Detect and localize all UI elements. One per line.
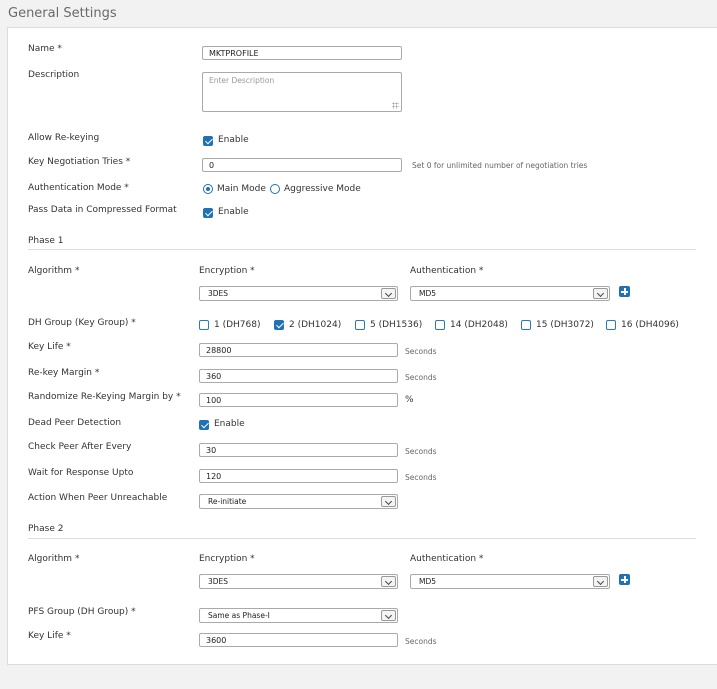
pfs-group-label: PFS Group (DH Group) * [28, 607, 136, 617]
phase2-authentication-select[interactable]: MD5 [410, 574, 610, 589]
rekey-margin-unit: Seconds [405, 373, 437, 382]
phase2-authentication-label: Authentication * [410, 554, 484, 564]
check-peer-label: Check Peer After Every [28, 442, 132, 452]
chevron-down-icon[interactable] [593, 576, 608, 587]
key-negotiation-input[interactable] [202, 158, 402, 172]
key-negotiation-label: Key Negotiation Tries * [28, 157, 131, 167]
dh-group-checkbox-2[interactable] [274, 320, 284, 330]
phase2-authentication-value: MD5 [419, 577, 437, 586]
description-textarea[interactable] [202, 72, 402, 112]
phase1-add-authentication-icon[interactable] [619, 286, 630, 297]
general-settings-panel: Name * Description Allow Re-keying Enabl… [7, 27, 717, 665]
phase2-key-life-label: Key Life * [28, 631, 71, 641]
compressed-enable-label: Enable [218, 207, 249, 217]
chevron-down-icon[interactable] [593, 288, 608, 299]
dh-group-checkbox-5[interactable] [355, 320, 365, 330]
phase2-key-life-unit: Seconds [405, 637, 437, 646]
phase1-encryption-value: 3DES [208, 289, 229, 298]
dpd-checkbox[interactable] [199, 420, 209, 430]
key-negotiation-hint: Set 0 for unlimited number of negotiatio… [412, 161, 588, 170]
randomize-unit: % [405, 395, 414, 405]
pfs-group-value: Same as Phase-I [208, 611, 270, 620]
dh-group-label-1: 1 (DH768) [214, 320, 261, 330]
randomize-input[interactable] [199, 393, 398, 407]
phase1-authentication-select[interactable]: MD5 [410, 286, 610, 301]
allow-rekeying-label: Allow Re-keying [28, 133, 100, 143]
phase2-title: Phase 2 [28, 524, 64, 534]
phase2-divider [28, 538, 696, 539]
wait-response-input[interactable] [199, 469, 398, 483]
rekey-margin-label: Re-key Margin * [28, 368, 100, 378]
randomize-label: Randomize Re-Keying Margin by * [28, 392, 181, 402]
allow-rekeying-checkbox[interactable] [203, 136, 213, 146]
resize-grip-icon[interactable] [392, 102, 399, 109]
dpd-label: Dead Peer Detection [28, 418, 122, 428]
wait-response-unit: Seconds [405, 473, 437, 482]
phase2-encryption-value: 3DES [208, 577, 229, 586]
phase1-divider [28, 249, 696, 250]
main-mode-label: Main Mode [217, 184, 266, 194]
chevron-down-icon[interactable] [381, 610, 396, 621]
dh-group-label-15: 15 (DH3072) [536, 320, 594, 330]
dh-group-label-5: 5 (DH1536) [370, 320, 423, 330]
dh-group-checkbox-14[interactable] [435, 320, 445, 330]
description-wrapper [202, 72, 402, 112]
dh-group-label-2: 2 (DH1024) [289, 320, 342, 330]
phase1-algorithm-label: Algorithm * [28, 266, 80, 276]
pfs-group-select[interactable]: Same as Phase-I [199, 608, 398, 623]
main-mode-radio[interactable] [203, 184, 213, 194]
section-title: General Settings [8, 6, 117, 21]
action-unreachable-label: Action When Peer Unreachable [28, 493, 168, 503]
dh-group-checkbox-16[interactable] [606, 320, 616, 330]
description-label: Description [28, 70, 80, 80]
aggressive-mode-label: Aggressive Mode [284, 184, 361, 194]
phase1-encryption-select[interactable]: 3DES [199, 286, 398, 301]
dh-group-label-16: 16 (DH4096) [621, 320, 679, 330]
section-header: General Settings [0, 0, 717, 27]
dh-group-checkbox-15[interactable] [521, 320, 531, 330]
dh-group-checkbox-1[interactable] [199, 320, 209, 330]
phase2-encryption-select[interactable]: 3DES [199, 574, 398, 589]
action-unreachable-select[interactable]: Re-initiate [199, 494, 398, 509]
dpd-enable-label: Enable [214, 419, 245, 429]
check-peer-unit: Seconds [405, 447, 437, 456]
allow-rekeying-enable-label: Enable [218, 135, 249, 145]
phase2-add-authentication-icon[interactable] [619, 574, 630, 585]
phase1-title: Phase 1 [28, 236, 64, 246]
name-label: Name * [28, 44, 62, 54]
action-unreachable-value: Re-initiate [208, 497, 247, 506]
compressed-label: Pass Data in Compressed Format [28, 205, 177, 215]
compressed-checkbox[interactable] [203, 208, 213, 218]
phase2-key-life-input[interactable] [199, 633, 398, 647]
wait-response-label: Wait for Response Upto [28, 468, 134, 478]
phase1-authentication-value: MD5 [419, 289, 437, 298]
phase1-authentication-label: Authentication * [410, 266, 484, 276]
phase2-algorithm-label: Algorithm * [28, 554, 80, 564]
chevron-down-icon[interactable] [381, 288, 396, 299]
phase1-encryption-label: Encryption * [199, 266, 255, 276]
phase1-key-life-input[interactable] [199, 343, 398, 357]
check-peer-input[interactable] [199, 443, 398, 457]
dh-group-label-14: 14 (DH2048) [450, 320, 508, 330]
auth-mode-label: Authentication Mode * [28, 183, 129, 193]
chevron-down-icon[interactable] [381, 576, 396, 587]
phase1-key-life-label: Key Life * [28, 342, 71, 352]
dh-group-label: DH Group (Key Group) * [28, 318, 136, 328]
name-input[interactable] [202, 46, 402, 60]
phase2-encryption-label: Encryption * [199, 554, 255, 564]
aggressive-mode-radio[interactable] [270, 184, 280, 194]
chevron-down-icon[interactable] [381, 496, 396, 507]
phase1-key-life-unit: Seconds [405, 347, 437, 356]
rekey-margin-input[interactable] [199, 369, 398, 383]
